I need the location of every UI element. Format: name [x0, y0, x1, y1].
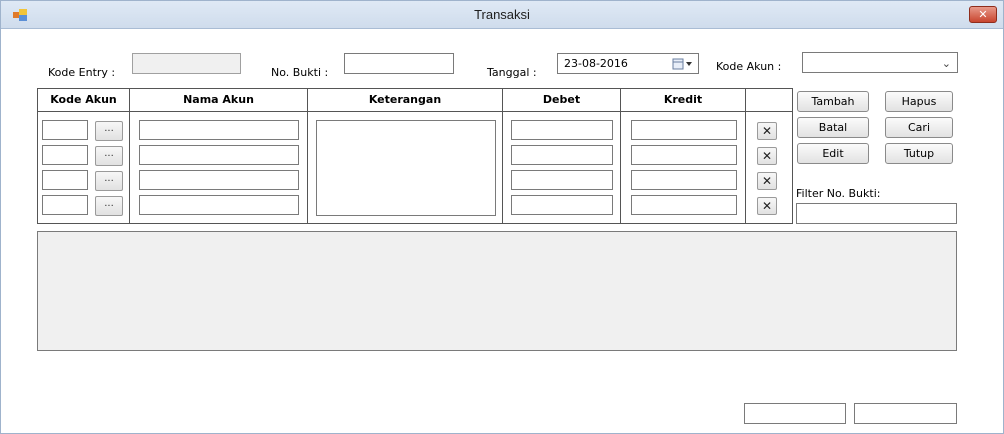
- keterangan-header: Keterangan: [308, 89, 502, 112]
- kredit-input[interactable]: [631, 145, 737, 165]
- kode-akun-select[interactable]: ⌄: [802, 52, 958, 73]
- close-button[interactable]: ✕: [969, 6, 997, 23]
- kode-akun-input[interactable]: [42, 120, 88, 140]
- debet-header: Debet: [503, 89, 620, 112]
- debet-input[interactable]: [511, 170, 613, 190]
- kredit-column: Kredit: [621, 89, 746, 223]
- window-title: Transaksi: [474, 7, 530, 22]
- no-bukti-field[interactable]: [344, 53, 454, 74]
- remove-row-button[interactable]: ✕: [757, 172, 777, 190]
- cari-button[interactable]: Cari: [885, 117, 953, 138]
- debet-input[interactable]: [511, 195, 613, 215]
- tanggal-value: 23-08-2016: [564, 57, 628, 70]
- kode-akun-input[interactable]: [42, 195, 88, 215]
- title-bar: Transaksi ✕: [1, 1, 1003, 29]
- keterangan-textarea[interactable]: [316, 120, 496, 216]
- kode-akun-header: Kode Akun: [38, 89, 129, 112]
- debet-input[interactable]: [511, 120, 613, 140]
- nama-akun-input[interactable]: [139, 120, 299, 140]
- kode-akun-input[interactable]: [42, 145, 88, 165]
- nama-akun-header: Nama Akun: [130, 89, 307, 112]
- browse-kode-button[interactable]: ...: [95, 171, 123, 191]
- filter-no-bukti-input[interactable]: [796, 203, 957, 224]
- remove-column: ✕ ✕ ✕ ✕: [746, 89, 792, 223]
- total-kredit-field[interactable]: [854, 403, 957, 424]
- remove-row-button[interactable]: ✕: [757, 122, 777, 140]
- kode-akun-column: Kode Akun ... ... ... ...: [38, 89, 130, 223]
- kode-akun-label: Kode Akun :: [716, 60, 782, 73]
- edit-button[interactable]: Edit: [797, 143, 869, 164]
- kode-entry-field[interactable]: [132, 53, 241, 74]
- hapus-button[interactable]: Hapus: [885, 91, 953, 112]
- kredit-input[interactable]: [631, 195, 737, 215]
- nama-akun-input[interactable]: [139, 170, 299, 190]
- tanggal-datepicker[interactable]: 23-08-2016: [557, 53, 699, 74]
- chevron-down-icon: ⌄: [941, 57, 951, 70]
- remove-row-button[interactable]: ✕: [757, 197, 777, 215]
- filter-label: Filter No. Bukti:: [796, 187, 881, 200]
- remove-header: [746, 89, 792, 112]
- tanggal-label: Tanggal :: [487, 66, 537, 79]
- data-panel[interactable]: [37, 231, 957, 351]
- nama-akun-input[interactable]: [139, 195, 299, 215]
- debet-input[interactable]: [511, 145, 613, 165]
- debet-column: Debet: [503, 89, 621, 223]
- tambah-button[interactable]: Tambah: [797, 91, 869, 112]
- browse-kode-button[interactable]: ...: [95, 121, 123, 141]
- kredit-header: Kredit: [621, 89, 745, 112]
- transaksi-window: Transaksi ✕ Kode Entry : No. Bukti : Tan…: [0, 0, 1004, 434]
- total-debet-field[interactable]: [744, 403, 846, 424]
- batal-button[interactable]: Batal: [797, 117, 869, 138]
- kode-entry-label: Kode Entry :: [48, 66, 116, 79]
- kredit-input[interactable]: [631, 170, 737, 190]
- remove-row-button[interactable]: ✕: [757, 147, 777, 165]
- browse-kode-button[interactable]: ...: [95, 196, 123, 216]
- nama-akun-input[interactable]: [139, 145, 299, 165]
- nama-akun-column: Nama Akun: [130, 89, 308, 223]
- entry-grid: Kode Akun ... ... ... ... Nama Akun Kete…: [37, 88, 793, 224]
- keterangan-column: Keterangan: [308, 89, 503, 223]
- tutup-button[interactable]: Tutup: [885, 143, 953, 164]
- no-bukti-label: No. Bukti :: [271, 66, 329, 79]
- kredit-input[interactable]: [631, 120, 737, 140]
- browse-kode-button[interactable]: ...: [95, 146, 123, 166]
- calendar-dropdown-icon[interactable]: [672, 57, 694, 71]
- kode-akun-input[interactable]: [42, 170, 88, 190]
